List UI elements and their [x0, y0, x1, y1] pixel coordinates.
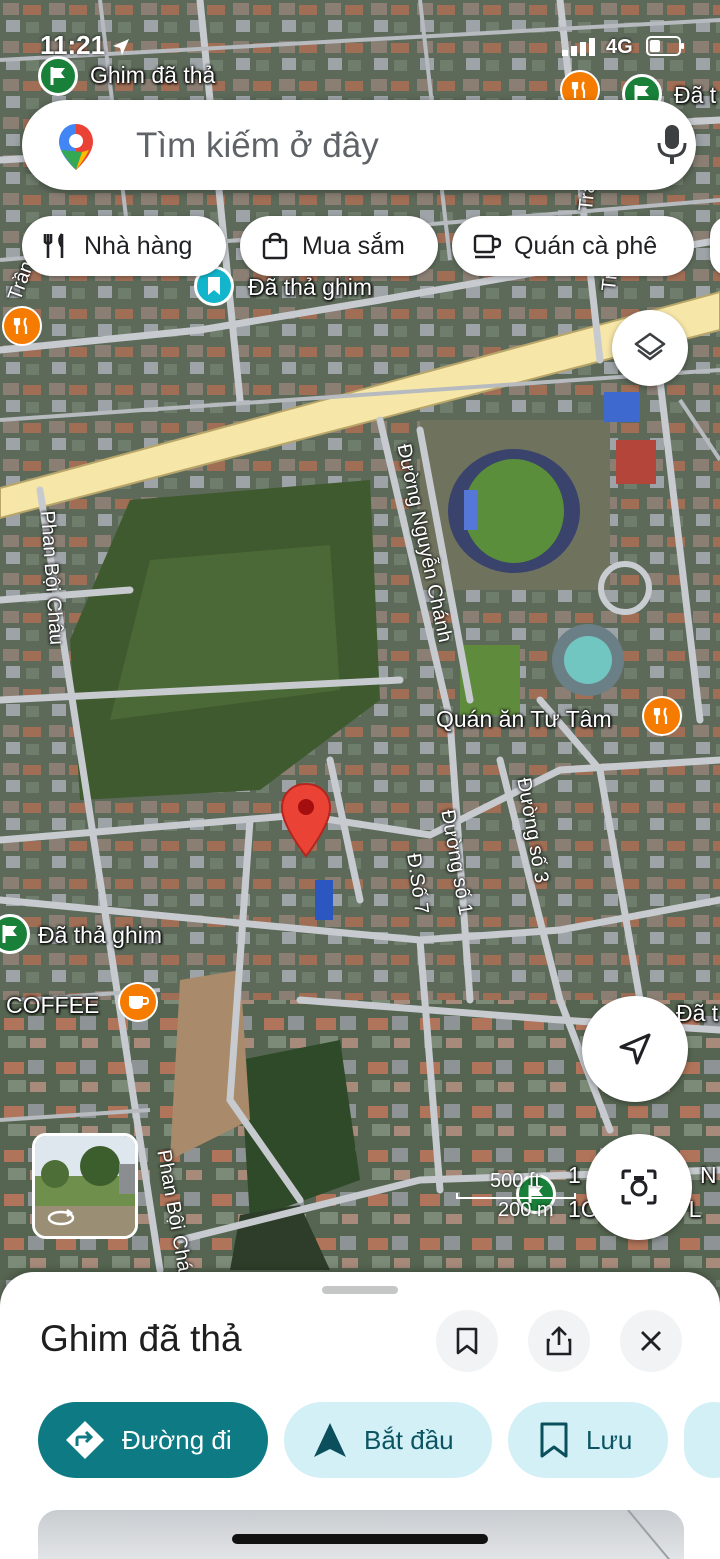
start-button[interactable]: Bắt đầu — [284, 1402, 492, 1478]
more-actions-button[interactable] — [684, 1402, 720, 1478]
chip-shopping[interactable]: Mua sắm — [240, 216, 438, 276]
lens-search-button[interactable] — [586, 1134, 692, 1240]
map-label-dropped-pin[interactable]: Đã t — [676, 1000, 718, 1027]
coffee-poi-icon[interactable] — [118, 982, 158, 1022]
chip-label: Nhà hàng — [84, 231, 193, 260]
coffee-cup-icon — [473, 234, 502, 259]
map-label-restaurant[interactable]: Quán ăn Tư Tâm — [436, 706, 612, 733]
place-title: Ghim đã thả — [40, 1318, 242, 1359]
layers-button[interactable] — [612, 310, 688, 386]
chip-more[interactable] — [710, 216, 720, 276]
home-indicator[interactable] — [232, 1534, 488, 1544]
share-icon — [546, 1326, 572, 1356]
camera-lens-icon — [621, 1169, 657, 1205]
map-label-dropped-pin[interactable]: Đã thả ghim — [248, 274, 372, 301]
chip-coffee[interactable]: Quán cà phê — [452, 216, 694, 276]
save-icon-button[interactable] — [436, 1310, 498, 1372]
directions-icon — [66, 1421, 104, 1459]
directions-label: Đường đi — [122, 1424, 232, 1455]
map-label-dropped-pin[interactable]: Ghim đã thả — [90, 62, 215, 89]
shopping-bag-icon — [262, 232, 288, 260]
place-bottom-sheet[interactable]: Ghim đã thả Đường đi Bắt đầu Lưu — [0, 1272, 720, 1559]
status-time-text: 11:21 — [40, 30, 106, 60]
layers-icon — [634, 332, 666, 361]
street-view-thumbnail[interactable] — [32, 1133, 138, 1239]
network-type: 4G — [606, 36, 633, 58]
map-label-dropped-pin[interactable]: Đã t — [674, 82, 716, 109]
chip-label: Quán cà phê — [514, 231, 658, 260]
chip-restaurants[interactable]: Nhà hàng — [22, 216, 226, 276]
drag-handle[interactable] — [322, 1286, 398, 1294]
map-label-coffee[interactable]: COFFEE — [6, 992, 99, 1019]
save-label: Lưu — [586, 1424, 633, 1455]
directions-button[interactable]: Đường đi — [38, 1402, 268, 1478]
search-placeholder[interactable]: Tìm kiếm ở đây — [136, 126, 379, 166]
my-location-button[interactable] — [582, 996, 688, 1102]
rotate-360-icon — [47, 1208, 75, 1233]
location-arrow-icon — [112, 32, 130, 63]
close-icon — [641, 1331, 661, 1351]
dropped-location-pin-icon[interactable] — [280, 782, 332, 863]
navigation-arrow-icon — [619, 1033, 651, 1065]
microphone-icon[interactable] — [656, 124, 688, 171]
start-label: Bắt đầu — [364, 1424, 454, 1455]
chip-label: Mua sắm — [302, 231, 405, 260]
scale-meters: 200 m — [498, 1199, 554, 1221]
google-maps-pin-icon — [56, 122, 96, 177]
fork-knife-icon — [43, 233, 64, 258]
category-chips: Nhà hàng Mua sắm Quán cà phê — [22, 216, 720, 276]
restaurant-poi-icon[interactable] — [2, 306, 42, 346]
status-time: 11:21 — [40, 30, 130, 63]
navigation-arrow-icon — [314, 1423, 346, 1457]
save-button[interactable]: Lưu — [508, 1402, 668, 1478]
signal-icon — [562, 38, 596, 61]
battery-icon — [646, 36, 686, 61]
search-bar[interactable]: Tìm kiếm ở đây — [22, 100, 696, 190]
share-button[interactable] — [528, 1310, 590, 1372]
bookmark-icon — [456, 1327, 478, 1355]
scale-feet: 500 ft — [490, 1170, 541, 1192]
map-label[interactable]: N — [700, 1162, 717, 1189]
close-button[interactable] — [620, 1310, 682, 1372]
map-scale: 500 ft 200 m — [420, 1170, 576, 1222]
map-label-dropped-pin[interactable]: Đã thả ghim — [38, 922, 162, 949]
bookmark-icon — [540, 1422, 568, 1458]
restaurant-poi-icon[interactable] — [642, 696, 682, 736]
